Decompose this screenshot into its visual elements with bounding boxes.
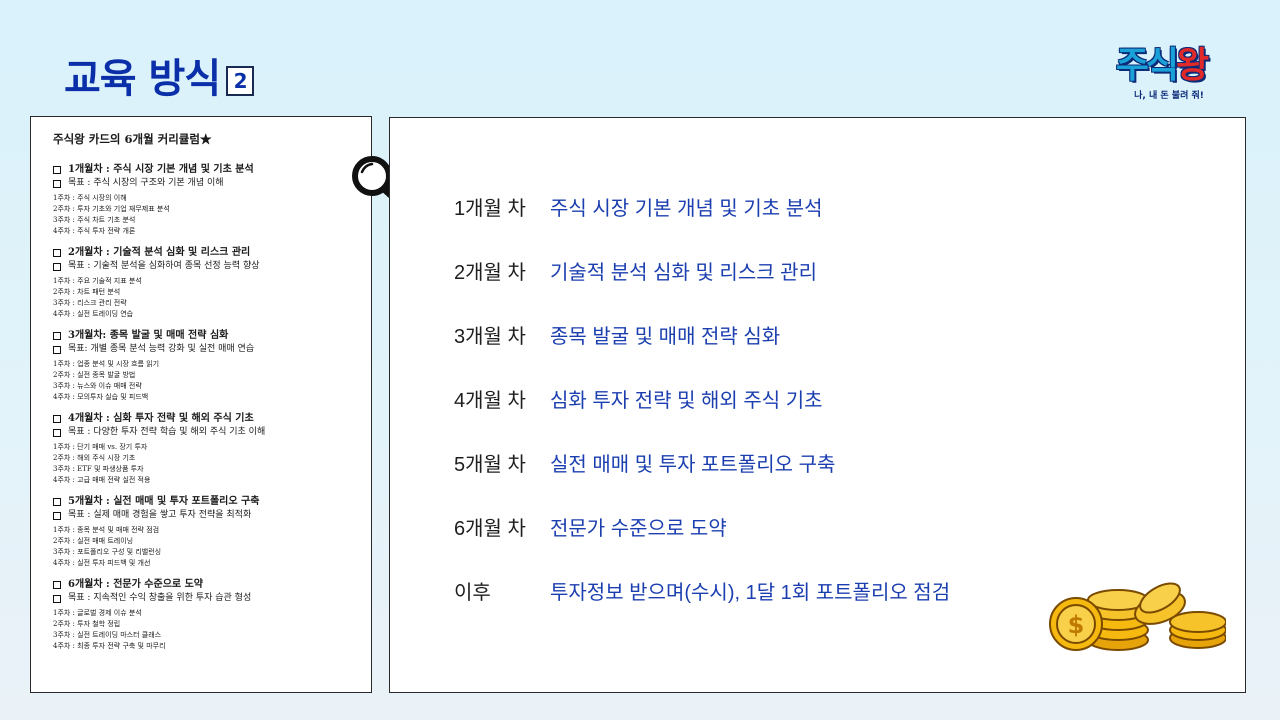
logo-wordmark-red: 왕 — [1176, 45, 1209, 86]
week-item: 1주차 : 글로벌 경제 이슈 분석 — [53, 609, 142, 617]
month-description: 주식 시장 기본 개념 및 기초 분석 — [550, 197, 823, 220]
section-heading: 4개월차 : 심화 투자 전략 및 해외 주식 기초 — [53, 412, 371, 426]
curriculum-row: 2개월 차 기술적 분석 심화 및 리스크 관리 — [390, 255, 1245, 285]
week-item: 4주차 : 최종 투자 전략 구축 및 마무리 — [53, 642, 166, 650]
section-heading-text: 1개월차 : 주식 시장 기본 개념 및 기초 분석 — [68, 164, 254, 175]
week-item: 3주차 : 뉴스와 이슈 매매 전략 — [53, 382, 142, 390]
curriculum-row: 5개월 차 실전 매매 및 투자 포트폴리오 구축 — [390, 447, 1245, 477]
month-description: 기술적 분석 심화 및 리스크 관리 — [550, 261, 817, 284]
svg-text:$: $ — [1068, 611, 1085, 639]
month-label: 2개월 차 — [454, 261, 526, 284]
document-section: 2개월차 : 기술적 분석 심화 및 리스크 관리목표 : 기술적 분석을 심화… — [53, 246, 371, 320]
week-item: 2주차 : 차트 패턴 분석 — [53, 288, 121, 296]
month-description: 종목 발굴 및 매매 전략 심화 — [550, 325, 781, 348]
checkbox-square-icon — [53, 166, 61, 174]
document-section: 1개월차 : 주식 시장 기본 개념 및 기초 분석목표 : 주식 시장의 구조… — [53, 163, 371, 237]
section-goal: 목표 : 기술적 분석을 심화하여 종목 선정 능력 향상 — [53, 260, 371, 273]
section-heading-text: 3개월차: 종목 발굴 및 매매 전략 심화 — [68, 330, 229, 341]
document-section: 4개월차 : 심화 투자 전략 및 해외 주식 기초목표 : 다양한 투자 전략… — [53, 412, 371, 486]
week-item: 4주차 : 모의투자 실습 및 피드백 — [53, 393, 149, 401]
logo-wordmark: 주식왕 — [1094, 44, 1228, 88]
checkbox-square-icon — [53, 415, 61, 423]
logo-tagline: 나, 내 돈 불려 줘! — [1134, 91, 1204, 101]
document-section: 6개월차 : 전문가 수준으로 도약목표 : 지속적인 수익 창출을 위한 투자… — [53, 578, 371, 652]
week-item: 1주차 : 단기 매매 vs. 장기 투자 — [53, 443, 148, 451]
section-heading: 6개월차 : 전문가 수준으로 도약 — [53, 578, 371, 592]
week-item: 1주차 : 업종 분석 및 시장 흐름 읽기 — [53, 360, 160, 368]
month-label: 3개월 차 — [454, 325, 526, 348]
week-item: 1주차 : 종목 분석 및 매매 전략 점검 — [53, 526, 160, 534]
section-heading-text: 6개월차 : 전문가 수준으로 도약 — [68, 579, 203, 590]
month-description: 투자정보 받으며(수시), 1달 1회 포트폴리오 점검 — [550, 581, 951, 604]
week-item: 2주차 : 투자 철학 정립 — [53, 620, 121, 628]
brand-logo: 주식왕 나, 내 돈 불려 줘! — [1094, 44, 1228, 104]
checkbox-square-icon — [53, 332, 61, 340]
checkbox-square-icon — [53, 345, 61, 354]
week-item: 4주차 : 고급 매매 전략 실전 적용 — [53, 476, 151, 484]
section-heading-text: 5개월차 : 실전 매매 및 투자 포트폴리오 구축 — [68, 496, 260, 507]
section-goal-text: 목표 : 주식 시장의 구조와 기본 개념 이해 — [68, 178, 224, 188]
checkbox-square-icon — [53, 262, 61, 271]
week-item: 2주차 : 투자 기초와 기업 재무제표 분석 — [53, 205, 170, 213]
week-item: 1주차 : 주요 기술적 지표 분석 — [53, 277, 142, 285]
week-item: 3주차 : ETF 및 파생상품 투자 — [53, 465, 144, 473]
section-heading: 2개월차 : 기술적 분석 심화 및 리스크 관리 — [53, 246, 371, 260]
section-goal-text: 목표 : 지속적인 수익 창출을 위한 투자 습관 형성 — [68, 593, 252, 603]
week-item: 3주차 : 주식 차트 기초 분석 — [53, 216, 136, 224]
curriculum-document: 주식왕 카드의 6개월 커리큘럼★ 1개월차 : 주식 시장 기본 개념 및 기… — [30, 116, 372, 693]
section-heading: 3개월차: 종목 발굴 및 매매 전략 심화 — [53, 329, 371, 343]
week-item: 3주차 : 실전 트레이딩 마스터 클래스 — [53, 631, 162, 639]
checkbox-square-icon — [53, 498, 61, 506]
document-section: 5개월차 : 실전 매매 및 투자 포트폴리오 구축목표 : 실제 매매 경험을… — [53, 495, 371, 569]
month-label: 4개월 차 — [454, 389, 526, 412]
document-section: 3개월차: 종목 발굴 및 매매 전략 심화목표: 개별 종목 분석 능력 강화… — [53, 329, 371, 403]
month-description: 심화 투자 전략 및 해외 주식 기초 — [550, 389, 823, 412]
week-item: 3주차 : 리스크 관리 전략 — [53, 299, 127, 307]
section-goal-text: 목표 : 실제 매매 경험을 쌓고 투자 전략을 최적화 — [68, 510, 252, 520]
section-goal-text: 목표: 개별 종목 분석 능력 강화 및 실전 매매 연습 — [68, 344, 255, 354]
section-goal-text: 목표 : 다양한 투자 전략 학습 및 해외 주식 기초 이해 — [68, 427, 266, 437]
section-goal-text: 목표 : 기술적 분석을 심화하여 종목 선정 능력 향상 — [68, 261, 260, 271]
curriculum-row: 6개월 차 전문가 수준으로 도약 — [390, 511, 1245, 541]
curriculum-row: 1개월 차 주식 시장 기본 개념 및 기초 분석 — [390, 191, 1245, 221]
week-item: 1주차 : 주식 시장의 이해 — [53, 194, 127, 202]
week-item: 4주차 : 실전 투자 피드백 및 개선 — [53, 559, 151, 567]
month-label: 1개월 차 — [454, 197, 526, 220]
month-description: 실전 매매 및 투자 포트폴리오 구축 — [550, 453, 836, 476]
week-item: 2주차 : 실전 매매 트레이닝 — [53, 537, 134, 545]
section-heading-text: 2개월차 : 기술적 분석 심화 및 리스크 관리 — [68, 247, 251, 258]
checkbox-square-icon — [53, 179, 61, 188]
section-goal: 목표: 개별 종목 분석 능력 강화 및 실전 매매 연습 — [53, 343, 371, 356]
week-item: 3주차 : 포트폴리오 구성 및 리밸런싱 — [53, 548, 162, 556]
month-label: 6개월 차 — [454, 517, 526, 540]
week-item: 2주차 : 해외 주식 시장 기초 — [53, 454, 136, 462]
section-heading-text: 4개월차 : 심화 투자 전략 및 해외 주식 기초 — [68, 413, 254, 424]
month-label: 이후 — [454, 581, 491, 604]
month-label: 5개월 차 — [454, 453, 526, 476]
checkbox-square-icon — [53, 511, 61, 520]
curriculum-row: 4개월 차 심화 투자 전략 및 해외 주식 기초 — [390, 383, 1245, 413]
week-item: 4주차 : 주식 투자 전략 개론 — [53, 227, 136, 235]
section-heading: 5개월차 : 실전 매매 및 투자 포트폴리오 구축 — [53, 495, 371, 509]
month-description: 전문가 수준으로 도약 — [550, 517, 727, 540]
section-heading: 1개월차 : 주식 시장 기본 개념 및 기초 분석 — [53, 163, 371, 177]
week-item: 4주차 : 실전 트레이딩 연습 — [53, 310, 134, 318]
page-title: 교육 방식 2 — [64, 46, 255, 104]
checkbox-square-icon — [53, 428, 61, 437]
section-goal: 목표 : 지속적인 수익 창출을 위한 투자 습관 형성 — [53, 592, 371, 605]
gold-coins-icon: $ — [1049, 582, 1226, 651]
checkbox-square-icon — [53, 581, 61, 589]
page-title-text: 교육 방식 — [64, 56, 221, 102]
week-item: 2주차 : 실전 종목 발굴 방법 — [53, 371, 136, 379]
page-number-badge: 2 — [226, 66, 255, 96]
logo-wordmark-blue: 주식 — [1115, 45, 1179, 86]
checkbox-square-icon — [53, 249, 61, 257]
curriculum-row: 3개월 차 종목 발굴 및 매매 전략 심화 — [390, 319, 1245, 349]
section-goal: 목표 : 실제 매매 경험을 쌓고 투자 전략을 최적화 — [53, 509, 371, 522]
checkbox-square-icon — [53, 594, 61, 603]
document-title: 주식왕 카드의 6개월 커리큘럼★ — [53, 132, 212, 146]
section-goal: 목표 : 주식 시장의 구조와 기본 개념 이해 — [53, 177, 371, 190]
section-goal: 목표 : 다양한 투자 전략 학습 및 해외 주식 기초 이해 — [53, 426, 371, 439]
